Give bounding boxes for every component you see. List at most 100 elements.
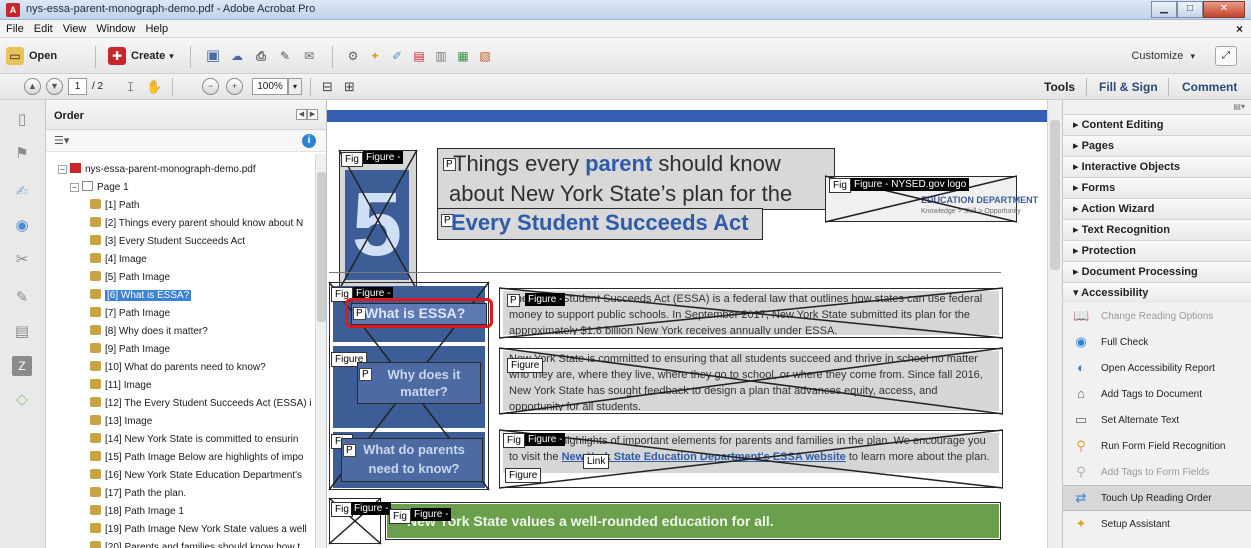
document-scrollbar[interactable]: [1047, 100, 1062, 548]
menu-view[interactable]: View: [63, 23, 87, 35]
collapse-icon[interactable]: −: [70, 183, 79, 192]
accessibility-tool-item[interactable]: ⇄ Touch Up Reading Order: [1063, 485, 1251, 511]
tags-icon[interactable]: ▤: [12, 322, 32, 342]
tools-section[interactable]: ▸ Content Editing: [1063, 114, 1251, 135]
zoom-in-icon[interactable]: +: [226, 78, 243, 95]
tree-item[interactable]: [14] New York State is committed to ensu…: [90, 432, 298, 448]
page-thumbnails-icon[interactable]: ▯: [12, 110, 32, 130]
tree-page[interactable]: − Page 1: [70, 180, 129, 196]
tree-item[interactable]: [20] Parents and families should know ho…: [90, 540, 300, 548]
tools-section[interactable]: ▸ Forms: [1063, 177, 1251, 198]
customize-menu[interactable]: Customize ▾: [1131, 50, 1195, 62]
tab-fill-sign[interactable]: Fill & Sign: [1099, 80, 1158, 94]
tree-item[interactable]: [15] Path Image Below are highlights of …: [90, 450, 303, 466]
accessibility-tool-item[interactable]: ✦ Setup Assistant: [1063, 511, 1251, 537]
accessibility-tool-item[interactable]: ⚲ Run Form Field Recognition: [1063, 433, 1251, 459]
create-button[interactable]: ✚ Create ▾: [108, 46, 174, 66]
next-page-icon[interactable]: ▼: [46, 78, 63, 95]
zoom-level-input[interactable]: 100%: [252, 78, 288, 95]
tree-item[interactable]: [4] Image: [90, 252, 147, 268]
close-document-button[interactable]: ×: [1236, 22, 1243, 36]
fit-page-icon[interactable]: ⊟: [322, 79, 333, 95]
tree-item[interactable]: [18] Path Image 1: [90, 504, 184, 520]
menu-window[interactable]: Window: [96, 23, 135, 35]
collapse-right-icon[interactable]: ▶: [307, 109, 318, 120]
tree-item[interactable]: [7] Path Image: [90, 306, 170, 322]
signatures-icon[interactable]: ✍: [12, 182, 32, 202]
tree-item[interactable]: [3] Every Student Succeeds Act: [90, 234, 245, 250]
bookmarks-icon[interactable]: ⚑: [12, 144, 32, 164]
order-panel-scrollbar[interactable]: [315, 154, 326, 548]
highlight-button[interactable]: ✐: [388, 46, 406, 66]
tree-item[interactable]: [17] Path the plan.: [90, 486, 186, 502]
edit-button[interactable]: ✎: [276, 46, 294, 66]
scrollbar-thumb[interactable]: [317, 172, 326, 322]
export-button[interactable]: ▦: [454, 46, 472, 66]
tab-tools[interactable]: Tools: [1044, 80, 1075, 94]
tools-section[interactable]: ▸ Document Processing: [1063, 261, 1251, 282]
accessibility-tool-item[interactable]: ⚲ Add Tags to Form Fields: [1063, 459, 1251, 485]
tree-item[interactable]: [1] Path: [90, 198, 139, 214]
tree-item[interactable]: [2] Things every parent should know abou…: [90, 216, 303, 232]
banner-box[interactable]: [385, 502, 1001, 540]
menu-file[interactable]: File: [6, 23, 24, 35]
print-button[interactable]: ⎙: [252, 46, 270, 66]
minimize-button[interactable]: ▁: [1151, 1, 1177, 18]
tools-section[interactable]: ▸ Text Recognition: [1063, 219, 1251, 240]
fit-width-icon[interactable]: ⊞: [344, 79, 355, 95]
zoom-dropdown[interactable]: ▾: [288, 78, 302, 95]
save-button[interactable]: ▣: [204, 46, 222, 66]
collapse-left-icon[interactable]: ◀: [296, 109, 307, 120]
menu-edit[interactable]: Edit: [34, 23, 53, 35]
tools-section[interactable]: ▸ Action Wizard: [1063, 198, 1251, 219]
open-button[interactable]: ▭ Open: [6, 46, 57, 66]
select-tool-icon[interactable]: 𝙸: [126, 79, 135, 95]
tree-item[interactable]: [13] Image: [90, 414, 152, 430]
settings-button[interactable]: ⚙: [344, 46, 362, 66]
accessibility-tool-item[interactable]: ⌂ Add Tags to Document: [1063, 381, 1251, 407]
tree-item[interactable]: [11] Image: [90, 378, 152, 394]
tree-item[interactable]: [12] The Every Student Succeeds Act (ESS…: [90, 396, 312, 412]
info-icon[interactable]: i: [302, 134, 316, 148]
document-view[interactable]: 5 Fig Figure - P Things every parent sho…: [327, 100, 1047, 548]
expand-icon[interactable]: ⤢: [1215, 46, 1237, 66]
attachments-icon[interactable]: ✂: [12, 250, 32, 270]
stamp-button[interactable]: ▥: [432, 46, 450, 66]
previous-page-icon[interactable]: ▲: [24, 78, 41, 95]
order-icon[interactable]: Z: [12, 356, 32, 376]
tools-section[interactable]: ▸ Pages: [1063, 135, 1251, 156]
hand-tool-icon[interactable]: ✋: [146, 79, 162, 95]
accessibility-tool-item[interactable]: ▭ Set Alternate Text: [1063, 407, 1251, 433]
comment-tool-button[interactable]: ✦: [366, 46, 384, 66]
tree-item[interactable]: [9] Path Image: [90, 342, 170, 358]
tree-item[interactable]: [5] Path Image: [90, 270, 170, 286]
security-icon[interactable]: ◉: [12, 216, 32, 236]
page-number-input[interactable]: 1: [68, 78, 87, 95]
cloud-button[interactable]: ☁: [228, 46, 246, 66]
collapse-icon[interactable]: −: [58, 165, 67, 174]
attach-button[interactable]: ▧: [476, 46, 494, 66]
maximize-button[interactable]: □: [1177, 1, 1203, 18]
tree-item[interactable]: [10] What do parents need to know?: [90, 360, 266, 376]
options-menu-icon[interactable]: ☰▾: [54, 134, 69, 147]
zoom-out-icon[interactable]: −: [202, 78, 219, 95]
email-button[interactable]: ✉: [300, 46, 318, 66]
tab-comment[interactable]: Comment: [1182, 80, 1237, 94]
destinations-icon[interactable]: ◇: [12, 390, 32, 410]
tools-section[interactable]: ▸ Interactive Objects: [1063, 156, 1251, 177]
content-icon[interactable]: ✎: [12, 288, 32, 308]
tree-root[interactable]: − nys-essa-parent-monograph-demo.pdf: [58, 162, 256, 178]
tools-section-accessibility[interactable]: ▾ Accessibility: [1063, 282, 1251, 303]
tree-item[interactable]: [6] What is ESSA?: [90, 288, 192, 304]
scrollbar-thumb[interactable]: [1050, 120, 1060, 270]
accessibility-tool-item[interactable]: ◉ Full Check: [1063, 329, 1251, 355]
menu-help[interactable]: Help: [145, 23, 168, 35]
pdf-tool-button[interactable]: ▤: [410, 46, 428, 66]
tree-item[interactable]: [8] Why does it matter?: [90, 324, 208, 340]
accessibility-tool-item[interactable]: 📖 Change Reading Options: [1063, 303, 1251, 329]
pane-options-icon[interactable]: ▤▾: [1233, 102, 1245, 111]
accessibility-tool-item[interactable]: ◐ Open Accessibility Report: [1063, 355, 1251, 381]
tree-item[interactable]: [19] Path Image New York State values a …: [90, 522, 307, 538]
close-button[interactable]: ✕: [1203, 1, 1245, 18]
tree-item[interactable]: [16] New York State Education Department…: [90, 468, 302, 484]
